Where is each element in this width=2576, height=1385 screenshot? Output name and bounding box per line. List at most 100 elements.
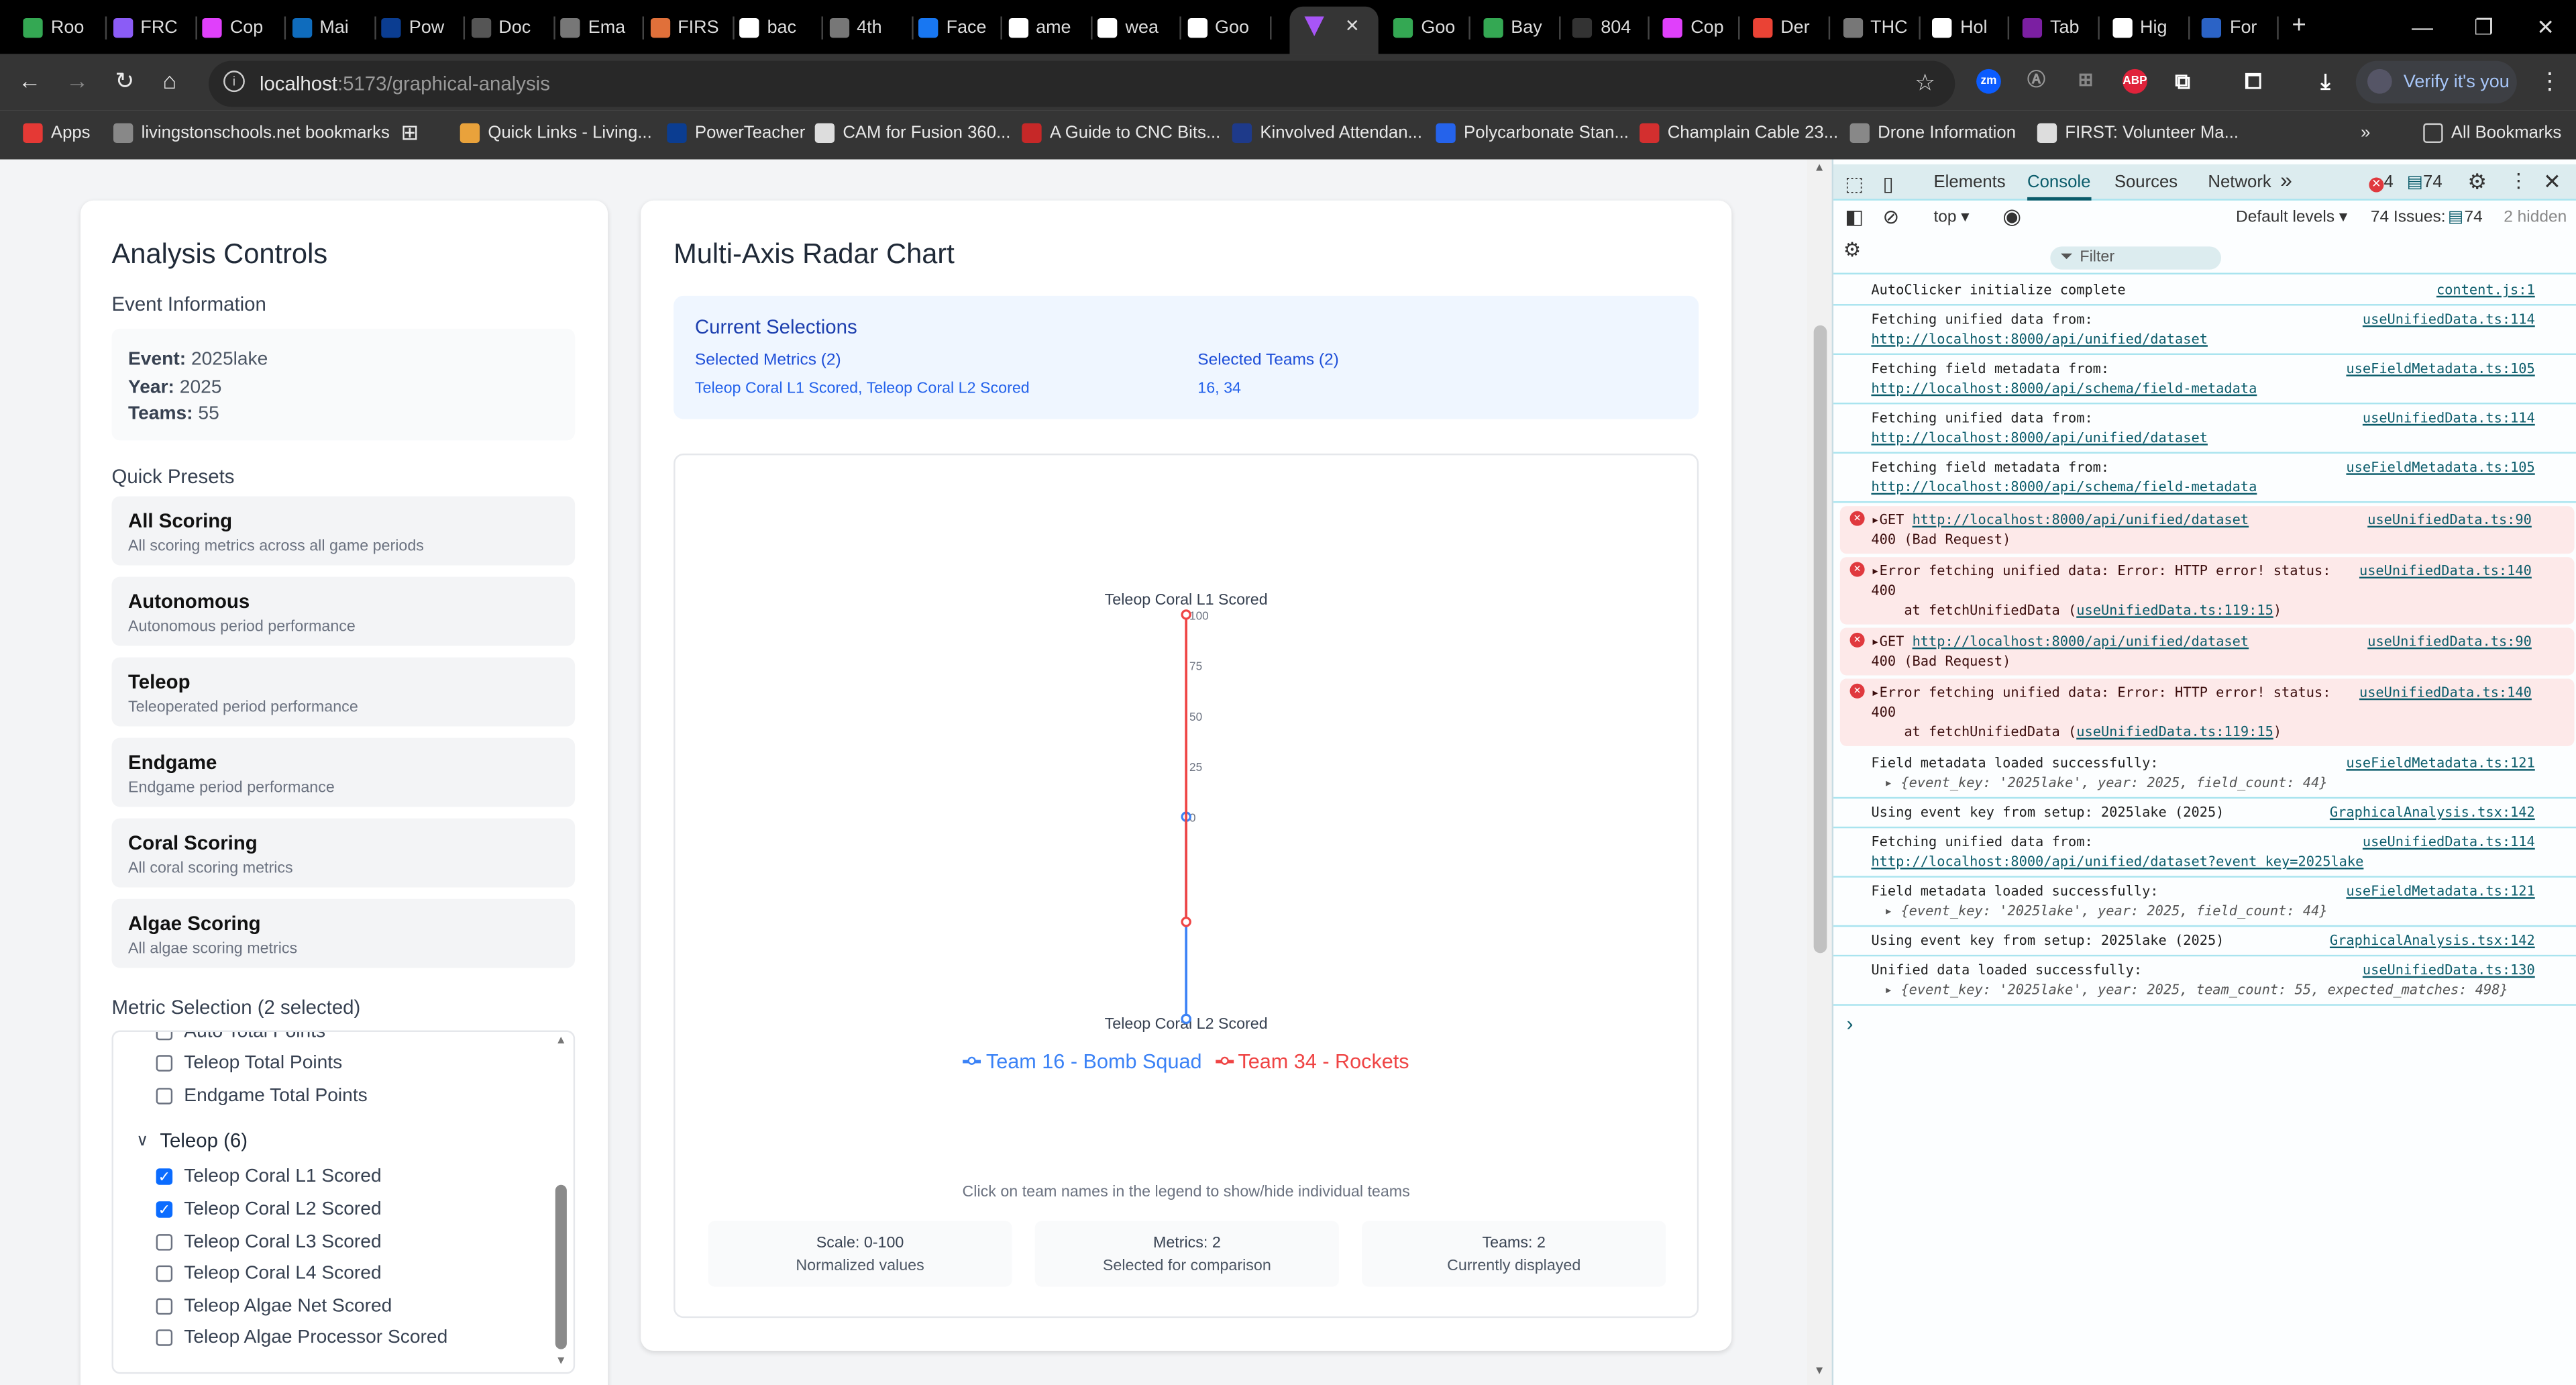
minimize-icon[interactable]: — (2412, 15, 2433, 40)
metric-checkbox-item[interactable]: Teleop Algae Net Scored (156, 1296, 392, 1317)
source-link[interactable]: useUnifiedData.ts:90 (2367, 509, 2532, 529)
back-icon[interactable]: ← (18, 67, 41, 93)
bookmark-item[interactable]: Quick Links - Living... (460, 123, 652, 144)
browser-tab[interactable]: FIRS (649, 13, 726, 43)
browser-tab[interactable]: FRC (112, 13, 189, 43)
browser-tab[interactable]: Goo (1187, 13, 1263, 43)
scroll-down-arrow-icon[interactable]: ▼ (555, 1355, 567, 1367)
bookmark-item[interactable]: Polycarbonate Stan... (1436, 123, 1629, 144)
scroll-up-arrow-icon[interactable]: ▲ (555, 1035, 567, 1047)
site-info-icon[interactable]: i (223, 70, 245, 93)
bookmark-item[interactable]: PowerTeacher (667, 123, 805, 144)
console-filter-input[interactable]: ⏷ Filter (2050, 246, 2222, 270)
close-window-icon[interactable]: ✕ (2536, 15, 2555, 41)
issues-count-toolbar[interactable]: 74 (2464, 209, 2482, 227)
devtools-menu-icon[interactable]: ⋮ (2509, 169, 2528, 192)
browser-tab[interactable]: 4th (828, 13, 905, 43)
source-link[interactable]: GraphicalAnalysis.tsx:142 (2330, 930, 2535, 950)
preset-button[interactable]: Coral Scoring All coral scoring metrics (111, 818, 576, 888)
settings-gear-icon[interactable]: ⚙ (2467, 169, 2487, 195)
log-url-link[interactable]: http://localhost:8000/api/unified/datase… (1913, 633, 2249, 649)
issues-badge[interactable]: ▤74 (2407, 172, 2443, 192)
error-count-badge[interactable]: ✕ 4 (2369, 172, 2394, 193)
log-message[interactable]: ▸GET (1871, 511, 1912, 527)
device-toolbar-icon[interactable]: ▯ (1883, 172, 1894, 195)
download-icon[interactable]: ⤓ (2313, 69, 2338, 94)
group-teleop-toggle[interactable]: ∨ Teleop (6) (136, 1129, 248, 1151)
source-link[interactable]: useFieldMetadata.ts:105 (2346, 457, 2534, 476)
zoom-extension-icon[interactable]: zm (1976, 68, 2001, 94)
bookmark-item[interactable]: livingstonschools.net bookmarks (113, 123, 390, 144)
browser-tab[interactable]: Bay (1483, 13, 1549, 43)
log-message[interactable]: ▸Error fetching unified data: Error: HTT… (1871, 562, 2330, 599)
metric-checkbox[interactable] (156, 1329, 173, 1346)
source-link[interactable]: useFieldMetadata.ts:121 (2346, 753, 2534, 772)
active-tab[interactable]: × (1289, 6, 1379, 54)
bookmark-star-icon[interactable]: ☆ (1915, 69, 1935, 97)
metric-checkbox-item[interactable]: ✓ Teleop Coral L2 Scored (156, 1200, 382, 1219)
log-object-preview[interactable]: ▸ {event_key: '2025lake', year: 2025, fi… (1871, 902, 2328, 918)
bookmark-item[interactable]: A Guide to CNC Bits... (1022, 123, 1220, 144)
source-link[interactable]: useFieldMetadata.ts:121 (2346, 881, 2534, 901)
translate-extension-icon[interactable]: Ⓐ (2024, 69, 2049, 94)
source-link[interactable]: useUnifiedData.ts:114 (2363, 309, 2535, 328)
log-levels-dropdown[interactable]: Default levels ▾ (2236, 209, 2347, 227)
tab-elements[interactable]: Elements (1933, 172, 2005, 192)
log-object-preview[interactable]: ▸ {event_key: '2025lake', year: 2025, te… (1871, 981, 2508, 997)
legend-item[interactable]: Team 16 - Bomb Squad (963, 1050, 1202, 1073)
source-link[interactable]: useFieldMetadata.ts:105 (2346, 358, 2534, 378)
home-icon[interactable]: ⌂ (162, 67, 176, 93)
browser-menu-icon[interactable]: ⋮ (2538, 67, 2561, 95)
clear-console-icon[interactable]: ⊘ (1883, 205, 1900, 228)
preset-button[interactable]: Algae Scoring All algae scoring metrics (111, 899, 576, 968)
source-link[interactable]: useUnifiedData.ts:140 (2359, 560, 2532, 580)
metric-checkbox-item[interactable]: Teleop Total Points (156, 1054, 342, 1073)
bookmark-item[interactable]: Kinvolved Attendan... (1232, 123, 1422, 144)
browser-tab[interactable]: Hol (1932, 13, 1998, 43)
browser-tab[interactable]: Cop (1662, 13, 1729, 43)
context-selector[interactable]: top ▾ (1933, 209, 1969, 227)
log-message[interactable]: ▸Error fetching unified data: Error: HTT… (1871, 684, 2330, 720)
console-settings-gear-icon[interactable]: ⚙ (1843, 238, 1861, 261)
legend-item[interactable]: Team 34 - Rockets (1215, 1050, 1409, 1073)
browser-tab[interactable]: Roo (23, 13, 99, 43)
metric-checkbox-item[interactable]: Endgame Total Points (156, 1086, 368, 1106)
reload-icon[interactable]: ↻ (115, 67, 134, 95)
page-scrollbar-thumb[interactable] (1813, 325, 1827, 954)
all-bookmarks-button[interactable]: All Bookmarks (2423, 123, 2561, 144)
source-link[interactable]: GraphicalAnalysis.tsx:142 (2330, 802, 2535, 821)
browser-tab[interactable]: Goo (1393, 13, 1459, 43)
log-object-preview[interactable]: ▸ {event_key: '2025lake', year: 2025, fi… (1871, 774, 2328, 790)
metric-checkbox[interactable] (156, 1088, 173, 1105)
console-prompt[interactable]: › (1833, 1006, 2576, 1042)
bookmark-item[interactable]: CAM for Fusion 360... (814, 123, 1010, 144)
cart-extension-icon[interactable]: ⊞ (2074, 69, 2098, 94)
data-point[interactable] (1181, 1013, 1191, 1025)
metric-checkbox[interactable]: ✓ (156, 1201, 173, 1218)
metric-checkbox-item[interactable]: ✓ Teleop Coral L1 Scored (156, 1167, 382, 1186)
browser-tab[interactable]: bac (739, 13, 815, 43)
metric-checkbox[interactable] (156, 1298, 173, 1315)
tab-sources[interactable]: Sources (2114, 172, 2178, 192)
metric-checkbox-item[interactable]: Teleop Coral L3 Scored (156, 1233, 382, 1252)
preset-button[interactable]: Endgame Endgame period performance (111, 737, 576, 807)
browser-tab[interactable]: Face (918, 13, 994, 43)
log-url-link[interactable]: http://localhost:8000/api/unified/datase… (1871, 330, 2208, 346)
source-link[interactable]: useUnifiedData.ts:114 (2363, 407, 2535, 427)
scroll-down-arrow-icon[interactable]: ▼ (1814, 1366, 1825, 1377)
log-url-link[interactable]: http://localhost:8000/api/unified/datase… (1871, 853, 2363, 869)
source-link[interactable]: useUnifiedData.ts:114 (2363, 831, 2535, 851)
browser-tab[interactable]: THC (1842, 13, 1909, 43)
browser-tab[interactable]: wea (1097, 13, 1173, 43)
browser-tab[interactable]: Tab (2022, 13, 2088, 43)
log-message[interactable]: ▸GET (1871, 633, 1912, 649)
restore-icon[interactable]: ❐ (2474, 15, 2493, 41)
preset-button[interactable]: Teleop Teleoperated period performance (111, 657, 576, 727)
bookmark-item[interactable]: Apps (23, 123, 91, 144)
browser-tab[interactable]: For (2202, 13, 2267, 43)
log-url-link[interactable]: http://localhost:8000/api/schema/field-m… (1871, 478, 2257, 495)
browser-tab[interactable]: Pow (381, 13, 457, 43)
metric-checkbox[interactable]: ✓ (156, 1168, 173, 1185)
forward-icon[interactable]: → (66, 67, 89, 93)
close-devtools-icon[interactable]: ✕ (2543, 169, 2561, 195)
